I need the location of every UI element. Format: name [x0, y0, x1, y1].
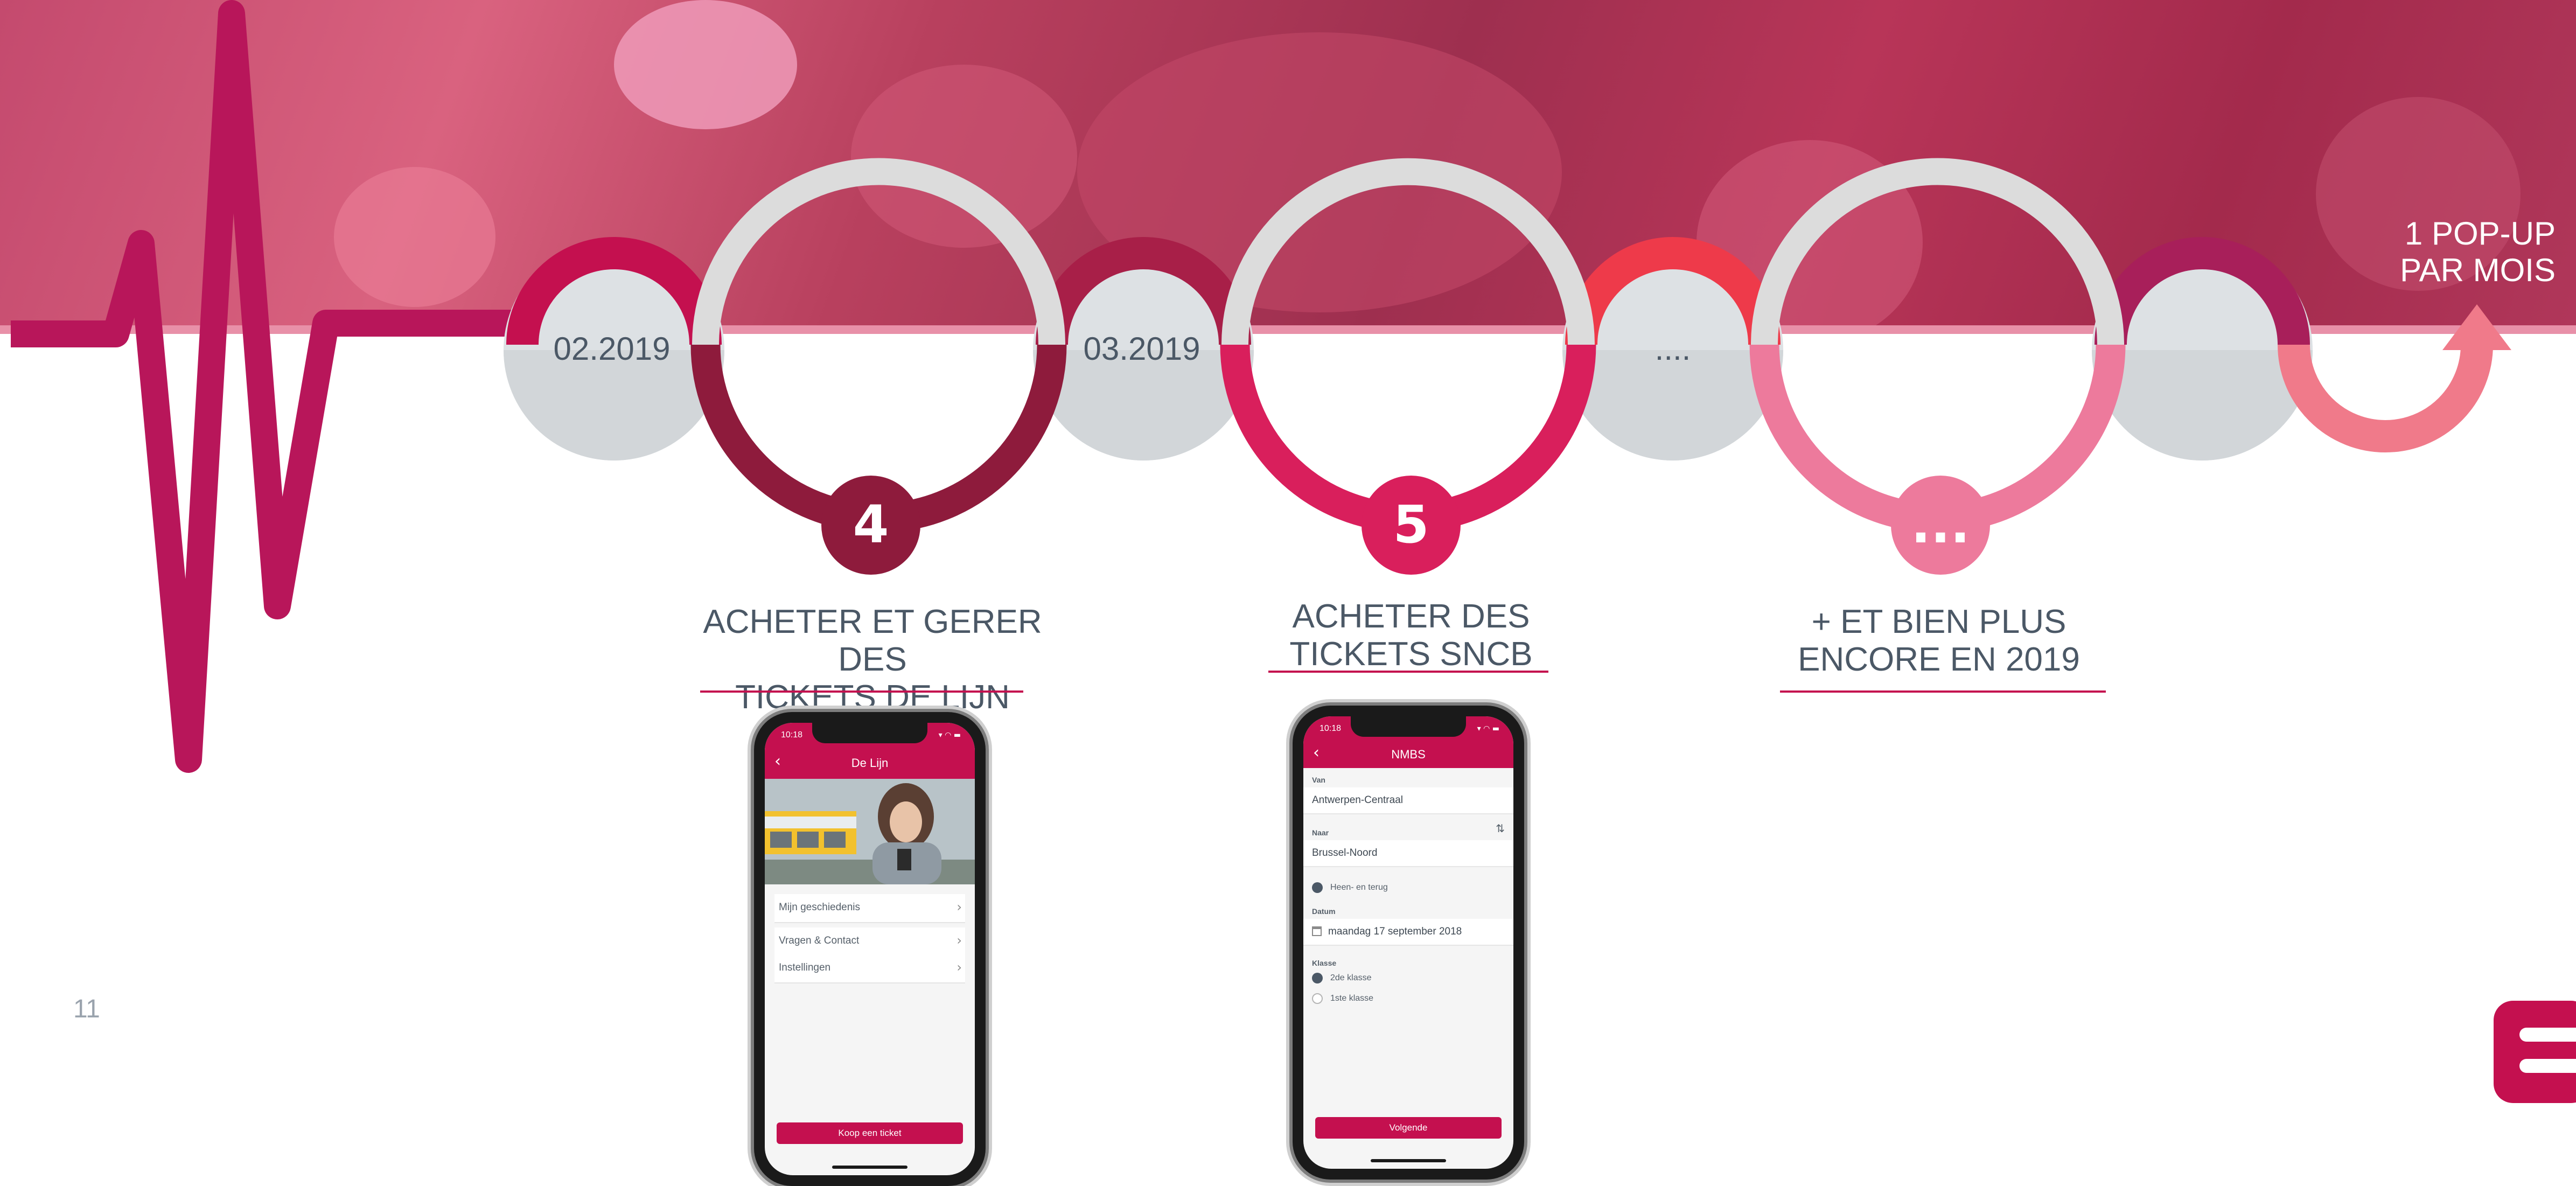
home-indicator: [1371, 1159, 1446, 1162]
heading-sncb: ACHETER DES TICKETS SNCB: [1249, 598, 1573, 673]
phone-mockup-de-lijn: 10:18 ▾ ◠ ▬ ‹ De Lijn Mijn geschiedenis …: [754, 712, 986, 1186]
option-label: 1ste klasse: [1330, 994, 1374, 1003]
phone-screen: 10:18 ▾ ◠ ▬ ‹ De Lijn Mijn geschiedenis …: [765, 723, 975, 1175]
date-field[interactable]: maandag 17 september 2018: [1303, 919, 1513, 946]
menu-item-history[interactable]: Mijn geschiedenis ›: [774, 894, 965, 923]
to-value: Brussel-Noord: [1312, 847, 1378, 859]
heading-line: ENCORE EN 2019: [1798, 641, 2080, 678]
phone-mockup-nmbs: 10:18 ▾ ◠ ▬ ‹ NMBS Van Antwerpen-Centraa…: [1293, 706, 1524, 1180]
swap-arrows-icon[interactable]: ⇅: [1496, 822, 1505, 835]
heading-underline: [1268, 671, 1548, 673]
step-number-5: 5: [1393, 494, 1429, 555]
date-label: Datum: [1312, 907, 1336, 916]
chevron-right-icon: ›: [957, 933, 962, 948]
heading-underline: [1780, 690, 2106, 693]
heading-more-2019: + ET BIEN PLUS ENCORE EN 2019: [1756, 603, 2122, 679]
hero-illustration: [765, 779, 975, 884]
heartbeat-line: [11, 0, 520, 773]
from-field[interactable]: Antwerpen-Centraal: [1303, 787, 1513, 814]
timeline-graphic: [11, 0, 2511, 773]
heading-underline: [700, 690, 1023, 693]
check-circle-icon: [1312, 882, 1323, 893]
calendar-icon: [1312, 926, 1322, 936]
step-number-more: ...: [1911, 494, 1970, 555]
option-label: Heen- en terug: [1330, 883, 1388, 892]
date-label-mar-2019: 03.2019: [1083, 331, 1200, 367]
date-label-more: ....: [1654, 331, 1691, 367]
buy-ticket-button[interactable]: Koop een ticket: [777, 1122, 963, 1144]
class-label: Klasse: [1312, 959, 1337, 967]
status-time: 10:18: [1320, 724, 1342, 733]
popup-note-line: PAR MOIS: [2400, 252, 2556, 288]
popup-frequency-note: 1 POP-UP PAR MOIS: [2316, 215, 2556, 289]
menu-item-label: Vragen & Contact: [779, 935, 860, 946]
heading-line: ACHETER ET GERER DES: [703, 603, 1042, 678]
chevron-right-icon: ›: [957, 960, 962, 975]
menu-item-label: Instellingen: [779, 962, 831, 973]
menu-item-contact[interactable]: Vragen & Contact ›: [774, 927, 965, 957]
disc-shadow: [2092, 350, 2313, 461]
heading-de-lijn: ACHETER ET GERER DES TICKETS DE LIJN: [668, 603, 1077, 716]
popup-note-line: 1 POP-UP: [2404, 215, 2556, 252]
screen-title: NMBS: [1391, 748, 1426, 761]
option-label: 2de klasse: [1330, 973, 1372, 982]
phone-notch: [812, 723, 927, 743]
brand-logo: [2494, 1001, 2576, 1103]
menu-item-label: Mijn geschiedenis: [779, 902, 861, 913]
status-icons: ▾ ◠ ▬: [938, 731, 961, 739]
nav-bar: ‹ De Lijn: [765, 749, 975, 779]
phone-screen: 10:18 ▾ ◠ ▬ ‹ NMBS Van Antwerpen-Centraa…: [1303, 716, 1513, 1169]
next-button[interactable]: Volgende: [1315, 1117, 1502, 1139]
class-option-second[interactable]: 2de klasse: [1312, 973, 1372, 983]
check-circle-icon: [1312, 973, 1323, 983]
return-trip-checkbox[interactable]: Heen- en terug: [1312, 882, 1388, 893]
class-option-first[interactable]: 1ste klasse: [1312, 993, 1373, 1004]
chevron-right-icon: ›: [957, 899, 962, 915]
to-field[interactable]: Brussel-Noord: [1303, 840, 1513, 867]
screen-title: De Lijn: [851, 756, 889, 770]
heading-line: ACHETER DES: [1292, 598, 1530, 635]
from-label: Van: [1312, 776, 1325, 784]
step-number-4: 4: [853, 494, 889, 555]
logo-bar: [2519, 1059, 2576, 1073]
page-number: 11: [73, 995, 100, 1023]
ring-top-3: [1751, 158, 2124, 345]
phone-notch: [1351, 716, 1466, 737]
ring-top-1: [692, 158, 1065, 345]
ring-top-2: [1221, 158, 1595, 345]
empty-circle-icon: [1312, 993, 1323, 1004]
date-value: maandag 17 september 2018: [1328, 926, 1462, 937]
status-icons: ▾ ◠ ▬: [1477, 724, 1499, 733]
heading-line: + ET BIEN PLUS: [1811, 603, 2067, 640]
heading-line: TICKETS SNCB: [1289, 636, 1533, 673]
date-label-feb-2019: 02.2019: [553, 331, 671, 367]
status-time: 10:18: [781, 730, 803, 739]
hero-photo-woman-tram: [765, 779, 975, 884]
home-indicator: [832, 1166, 907, 1169]
to-label: Naar: [1312, 828, 1329, 837]
nav-bar: ‹ NMBS: [1303, 742, 1513, 768]
heading-line: TICKETS DE LIJN: [735, 679, 1010, 716]
from-value: Antwerpen-Centraal: [1312, 794, 1403, 806]
menu-item-settings[interactable]: Instellingen ›: [774, 954, 965, 983]
logo-bar: [2519, 1028, 2576, 1042]
final-arrow-head: [2442, 304, 2511, 350]
